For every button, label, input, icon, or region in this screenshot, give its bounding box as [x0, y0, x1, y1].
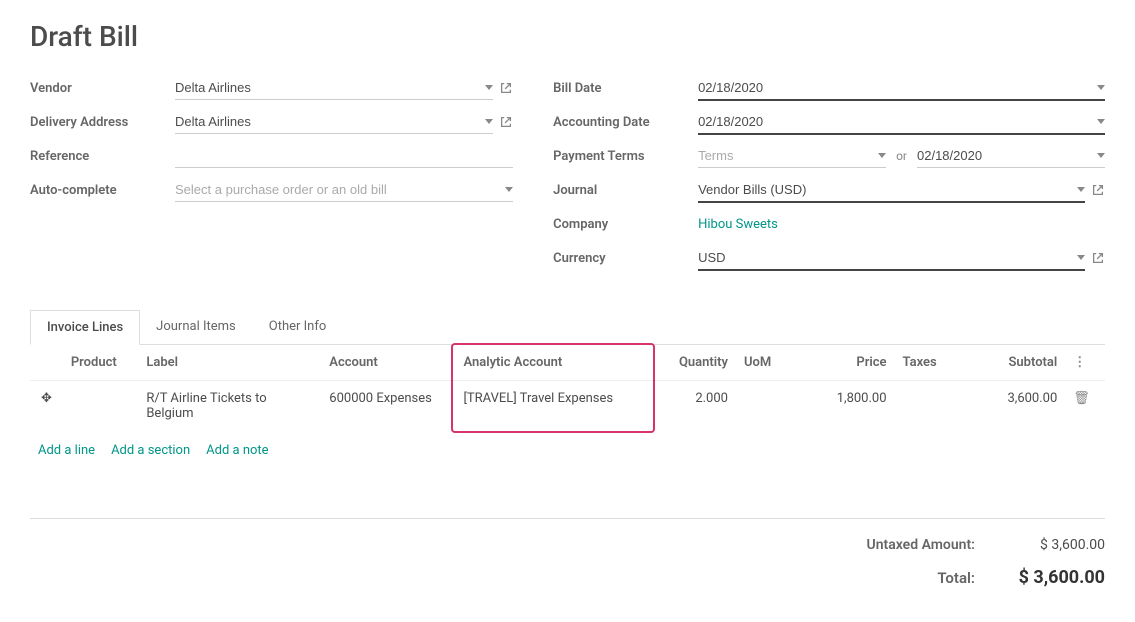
drag-handle-icon[interactable]: ✥ — [30, 381, 63, 432]
payment-terms-field[interactable] — [698, 146, 874, 165]
vendor-input[interactable] — [175, 76, 493, 100]
col-account: Account — [321, 345, 455, 381]
payment-due-field[interactable] — [917, 146, 1093, 165]
delivery-field[interactable] — [175, 112, 481, 131]
col-drag — [30, 345, 63, 381]
cell-product[interactable] — [63, 381, 139, 432]
total-label: Total: — [937, 569, 975, 587]
untaxed-value: $ 3,600.00 — [1005, 537, 1105, 553]
chevron-down-icon[interactable] — [485, 85, 493, 90]
cell-uom[interactable] — [736, 381, 797, 432]
accounting-date-label: Accounting Date — [553, 115, 698, 130]
tab-other-info[interactable]: Other Info — [252, 309, 344, 344]
invoice-lines-table-wrap: Product Label Account Analytic Account Q… — [30, 345, 1105, 431]
payment-terms-input[interactable] — [698, 144, 886, 168]
cell-account[interactable]: 600000 Expenses — [321, 381, 455, 432]
bill-date-input[interactable] — [698, 76, 1105, 101]
col-analytic: Analytic Account — [455, 345, 650, 381]
payment-terms-label: Payment Terms — [553, 149, 698, 164]
cell-analytic[interactable]: [TRAVEL] Travel Expenses — [455, 381, 650, 432]
external-link-icon[interactable] — [499, 81, 513, 95]
bill-date-label: Bill Date — [553, 81, 698, 96]
col-label: Label — [138, 345, 321, 381]
cell-price[interactable]: 1,800.00 — [797, 381, 895, 432]
tab-journal-items[interactable]: Journal Items — [139, 309, 253, 344]
external-link-icon[interactable] — [499, 115, 513, 129]
journal-field[interactable] — [698, 180, 1073, 199]
reference-label: Reference — [30, 149, 175, 164]
company-value[interactable]: Hibou Sweets — [698, 217, 778, 232]
cell-quantity[interactable]: 2.000 — [651, 381, 736, 432]
autocomplete-label: Auto-complete — [30, 183, 175, 198]
currency-input[interactable] — [698, 246, 1085, 271]
chevron-down-icon[interactable] — [1077, 255, 1085, 260]
form-header: Vendor Delivery Address — [30, 75, 1105, 279]
chevron-down-icon[interactable] — [1097, 119, 1105, 124]
journal-label: Journal — [553, 183, 698, 198]
col-actions: ⋮ — [1065, 345, 1105, 381]
currency-label: Currency — [553, 251, 698, 266]
vendor-label: Vendor — [30, 81, 175, 96]
company-label: Company — [553, 217, 698, 232]
accounting-date-field[interactable] — [698, 112, 1093, 131]
vendor-field[interactable] — [175, 78, 481, 97]
delivery-input[interactable] — [175, 110, 493, 134]
chevron-down-icon[interactable] — [1097, 85, 1105, 90]
trash-icon[interactable]: 🗑 — [1073, 391, 1090, 406]
add-section-link[interactable]: Add a section — [111, 443, 190, 458]
bill-date-field[interactable] — [698, 78, 1093, 97]
external-link-icon[interactable] — [1091, 251, 1105, 265]
col-product: Product — [63, 345, 139, 381]
tab-invoice-lines[interactable]: Invoice Lines — [30, 310, 140, 345]
more-icon[interactable]: ⋮ — [1073, 355, 1086, 370]
col-taxes: Taxes — [895, 345, 968, 381]
add-line-link[interactable]: Add a line — [38, 443, 95, 458]
total-value: $ 3,600.00 — [1005, 567, 1105, 588]
table-row[interactable]: ✥ R/T Airline Tickets to Belgium 600000 … — [30, 381, 1105, 432]
delivery-label: Delivery Address — [30, 115, 175, 130]
cell-subtotal[interactable]: 3,600.00 — [968, 381, 1066, 432]
tabs: Invoice Lines Journal Items Other Info — [30, 309, 1105, 345]
chevron-down-icon[interactable] — [505, 187, 513, 192]
reference-field[interactable] — [175, 146, 513, 165]
chevron-down-icon[interactable] — [1097, 153, 1105, 158]
external-link-icon[interactable] — [1091, 183, 1105, 197]
untaxed-label: Untaxed Amount: — [867, 537, 976, 553]
form-col-right: Bill Date Accounting Date Payment Terms — [553, 75, 1105, 279]
totals: Untaxed Amount: $ 3,600.00 Total: $ 3,60… — [30, 518, 1105, 588]
chevron-down-icon[interactable] — [485, 119, 493, 124]
reference-input[interactable] — [175, 144, 513, 168]
payment-due-input[interactable] — [917, 144, 1105, 168]
chevron-down-icon[interactable] — [1077, 187, 1085, 192]
add-note-link[interactable]: Add a note — [206, 443, 268, 458]
col-price: Price — [797, 345, 895, 381]
page-title: Draft Bill — [30, 20, 1105, 53]
autocomplete-input[interactable] — [175, 178, 513, 202]
or-text: or — [896, 149, 907, 163]
col-uom: UoM — [736, 345, 797, 381]
autocomplete-field[interactable] — [175, 180, 501, 199]
invoice-lines-table: Product Label Account Analytic Account Q… — [30, 345, 1105, 431]
line-actions: Add a line Add a section Add a note — [30, 431, 1105, 478]
chevron-down-icon[interactable] — [878, 153, 886, 158]
cell-delete[interactable]: 🗑 — [1065, 381, 1105, 432]
cell-taxes[interactable] — [895, 381, 968, 432]
cell-label[interactable]: R/T Airline Tickets to Belgium — [138, 381, 321, 432]
currency-field[interactable] — [698, 248, 1073, 267]
form-col-left: Vendor Delivery Address — [30, 75, 513, 279]
col-quantity: Quantity — [651, 345, 736, 381]
col-subtotal: Subtotal — [968, 345, 1066, 381]
journal-input[interactable] — [698, 178, 1085, 203]
accounting-date-input[interactable] — [698, 110, 1105, 135]
